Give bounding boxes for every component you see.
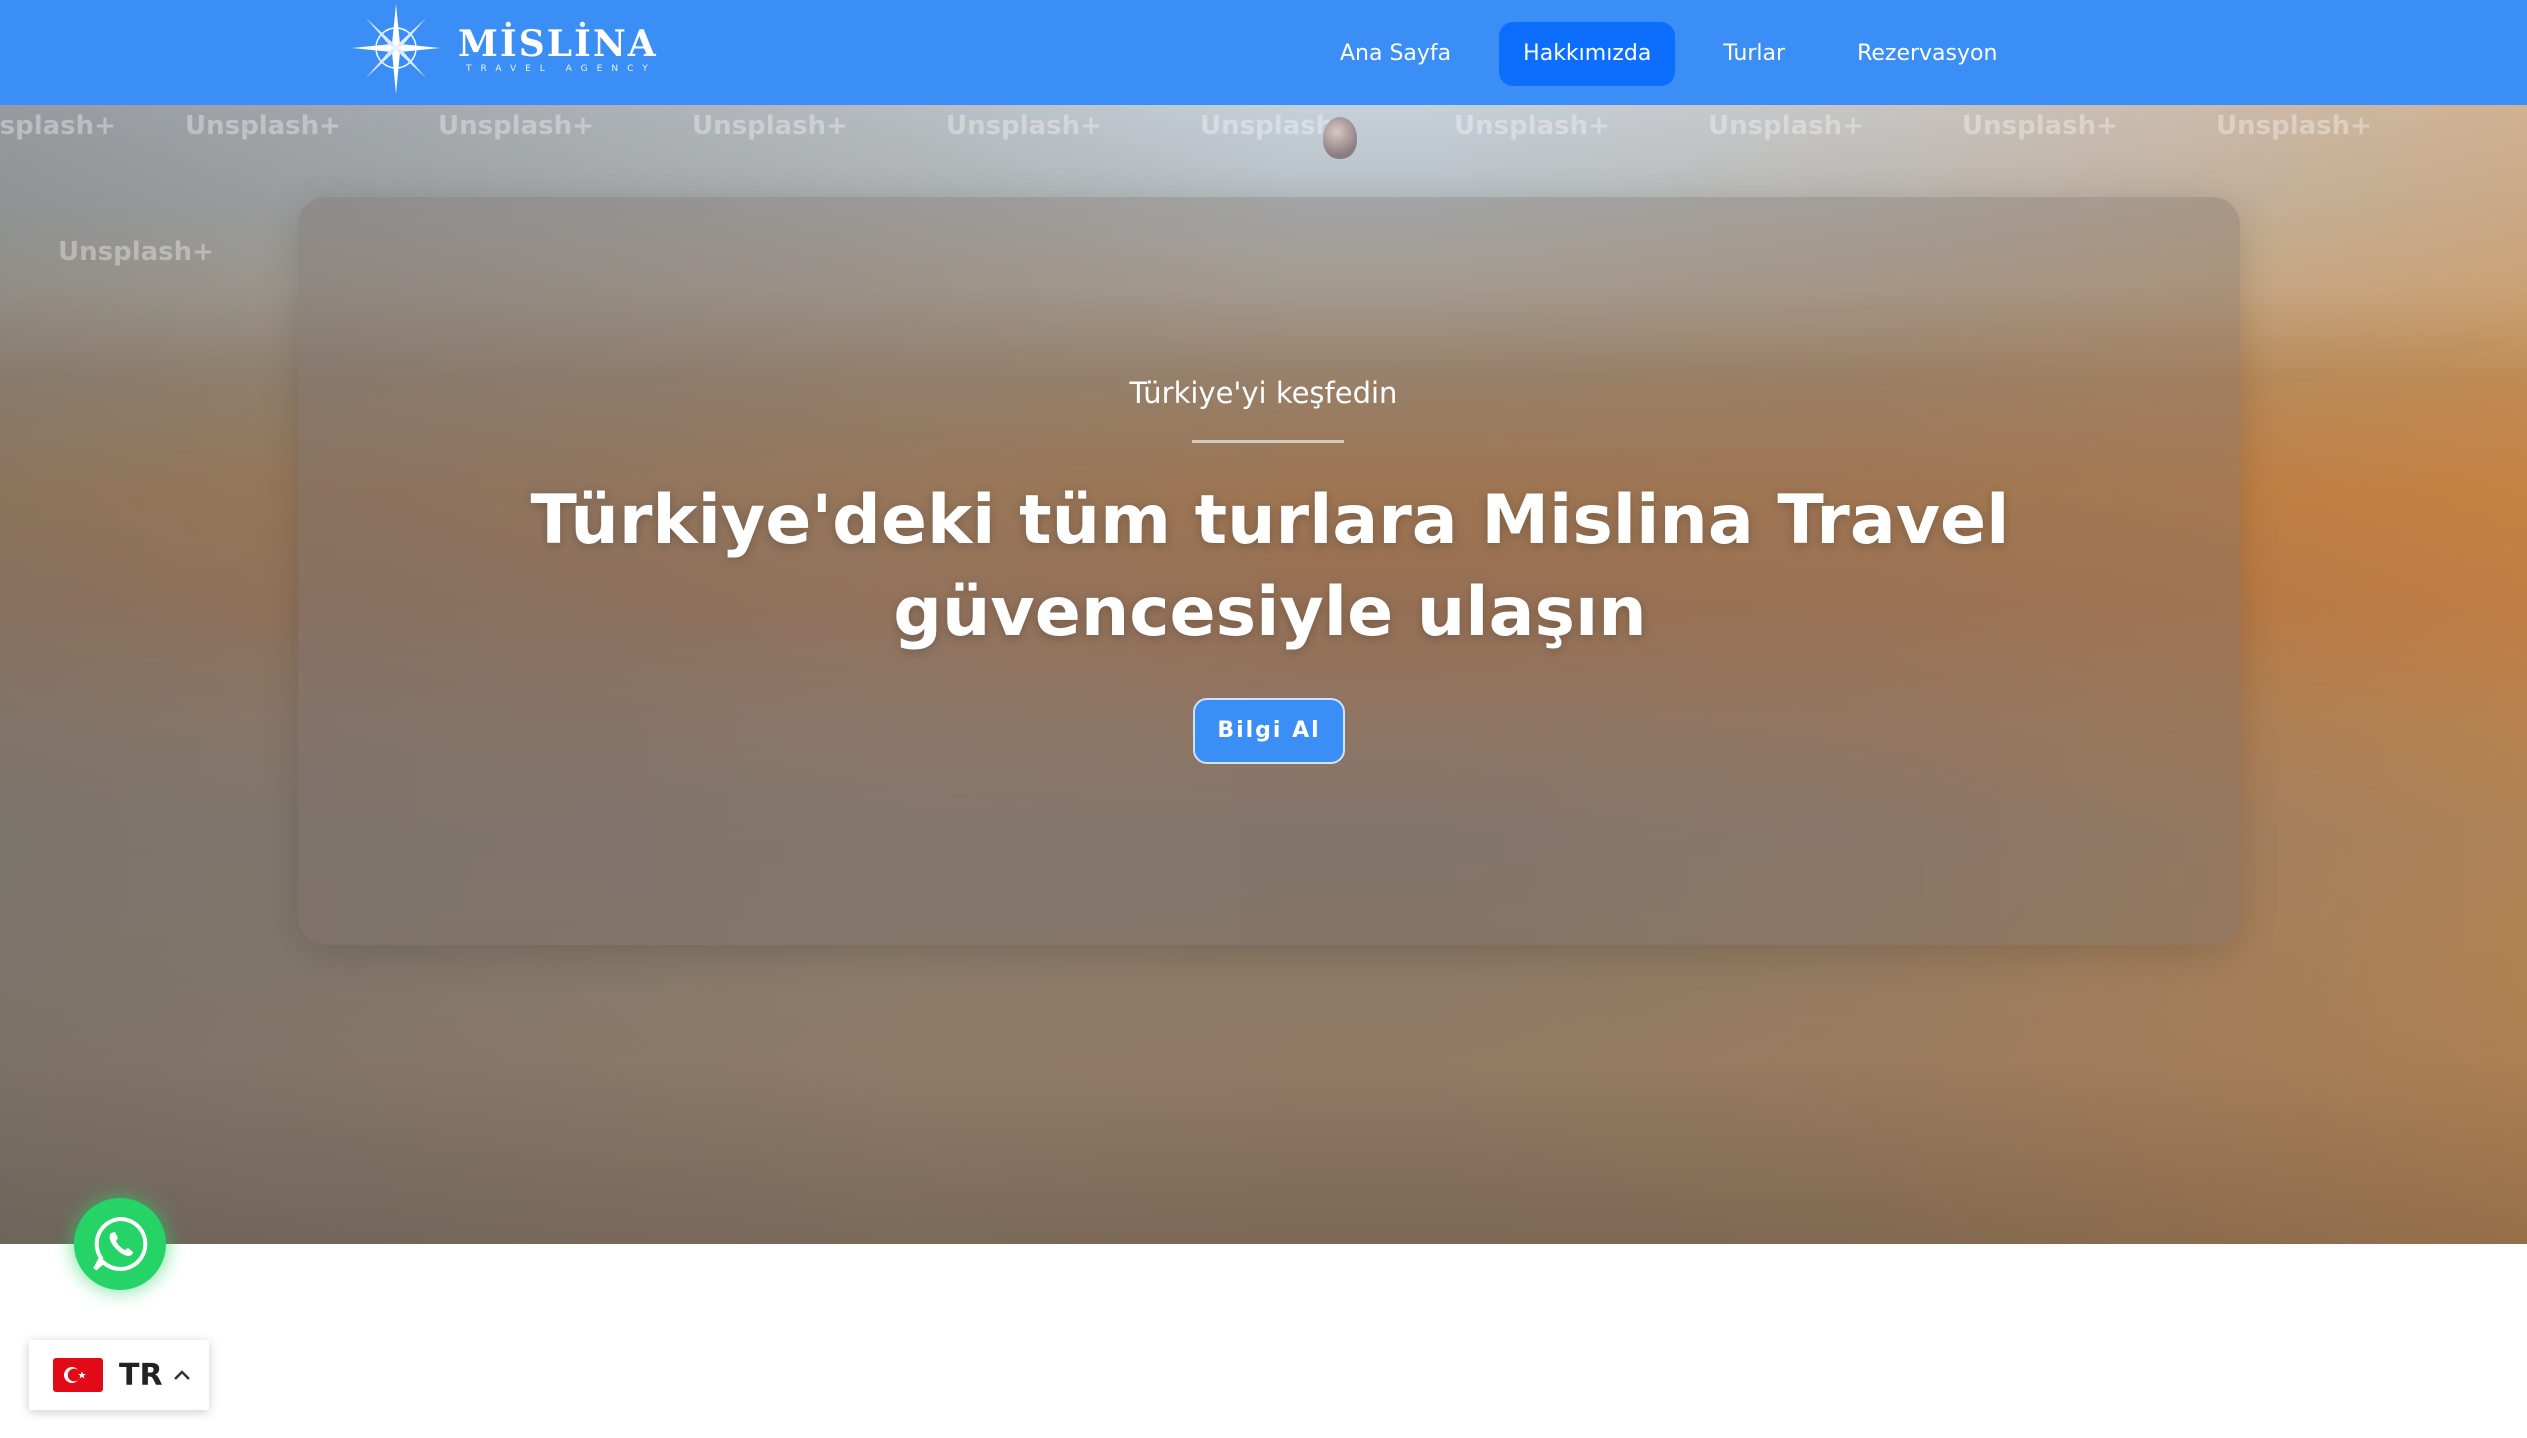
nav-item-reservation[interactable]: Rezervasyon	[1833, 22, 2021, 86]
brand-text: MİSLİNA TRAVEL AGENCY	[458, 25, 658, 75]
watermark-text: Unsplash+	[692, 111, 848, 141]
watermark-text: Unsplash+	[2216, 111, 2372, 141]
brand-name: MİSLİNA	[458, 23, 658, 65]
watermark-text: Unsplash+	[1708, 111, 1864, 141]
turkey-flag-icon	[53, 1358, 103, 1392]
hero-section: Unsplash+ Unsplash+ Unsplash+ Unsplash+ …	[0, 105, 2527, 1244]
hero-title: Türkiye'deki tüm turlara Mislina Travel …	[530, 481, 2010, 652]
hero-bg-shade	[0, 944, 2527, 1244]
info-button[interactable]: Bilgi Al	[1193, 698, 1345, 764]
watermark-text: Unsplash+	[946, 111, 1102, 141]
nav-item-about[interactable]: Hakkımızda	[1499, 22, 1676, 86]
watermark-row: Unsplash+ Unsplash+ Unsplash+ Unsplash+ …	[0, 111, 2527, 151]
brand-subtitle: TRAVEL AGENCY	[466, 64, 657, 74]
watermark-text: Unsplash+	[1962, 111, 2118, 141]
chevron-up-icon	[173, 1370, 190, 1380]
language-code: TR	[119, 1357, 163, 1393]
brand-logo[interactable]: MİSLİNA TRAVEL AGENCY	[342, 0, 658, 100]
nav-item-home[interactable]: Ana Sayfa	[1316, 22, 1475, 86]
watermark-text: Unsplash+	[438, 111, 594, 141]
whatsapp-icon	[93, 1216, 148, 1271]
watermark-text: Unsplash+	[185, 111, 341, 141]
language-switcher[interactable]: TR	[29, 1340, 209, 1410]
hero-kicker: Türkiye'yi keşfedin	[1129, 376, 1398, 410]
nav-item-tours[interactable]: Turlar	[1699, 22, 1809, 86]
compass-logo-icon	[352, 4, 440, 94]
watermark-text: Unsplash+	[58, 237, 214, 267]
watermark-text: Unsplash+	[1454, 111, 1610, 141]
kicker-divider	[1192, 440, 1344, 443]
whatsapp-button[interactable]	[74, 1198, 166, 1290]
navbar: MİSLİNA TRAVEL AGENCY Ana Sayfa Hakkımız…	[0, 0, 2527, 105]
main-nav: Ana Sayfa Hakkımızda Turlar Rezervasyon	[1316, 22, 2045, 86]
watermark-text: Unsplash+	[0, 111, 116, 141]
hot-air-balloon	[1323, 117, 1357, 159]
